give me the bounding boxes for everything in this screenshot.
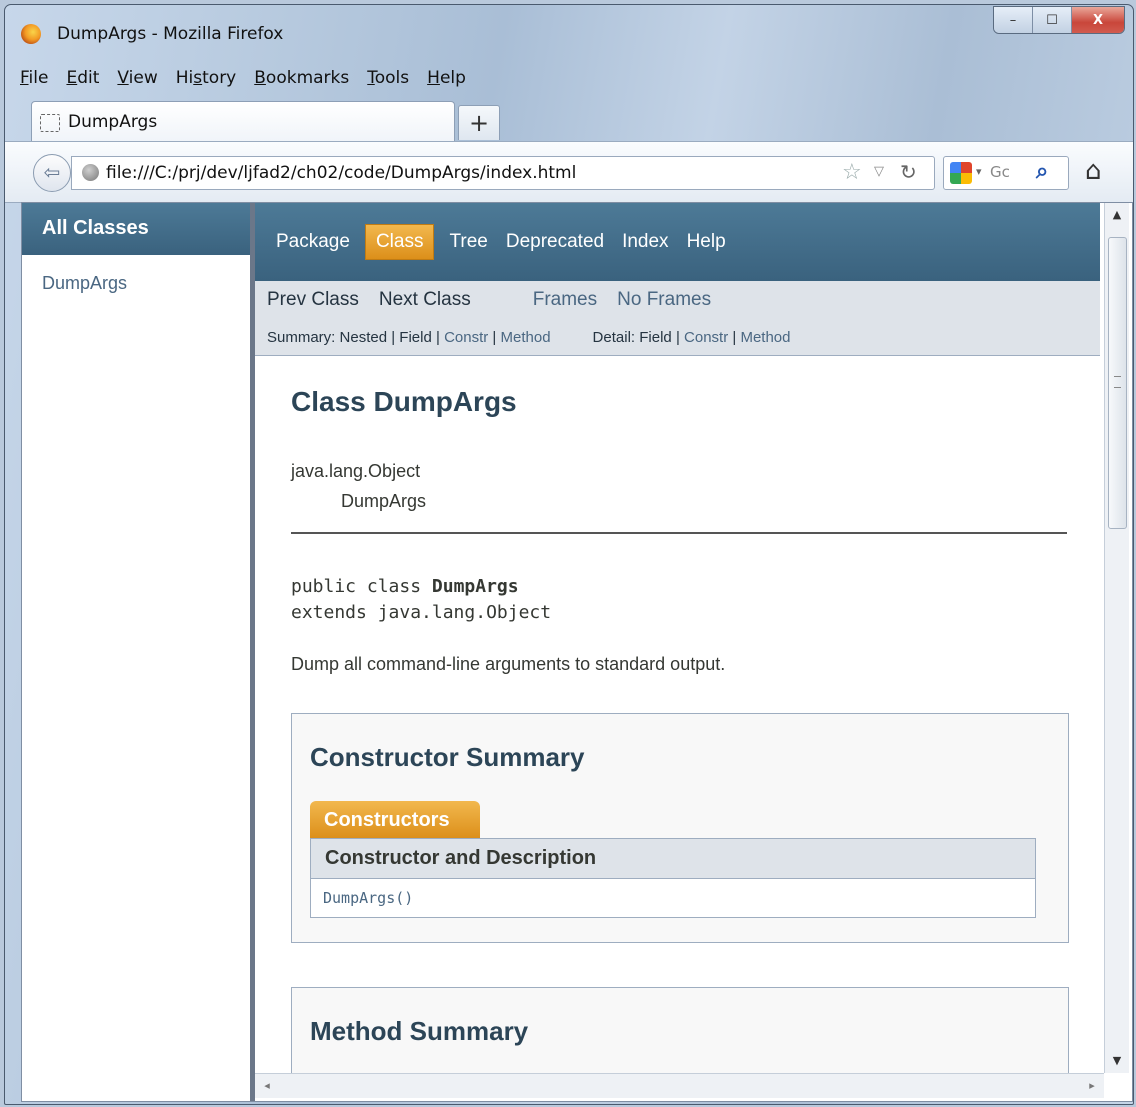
title-bar: DumpArgs - Mozilla Firefox – ☐ X bbox=[5, 5, 1133, 61]
grip-icon bbox=[1114, 376, 1121, 388]
menu-tools[interactable]: Tools bbox=[358, 68, 418, 88]
constructor-summary-title: Constructor Summary bbox=[310, 742, 585, 772]
firefox-logo-icon bbox=[21, 24, 41, 44]
summary-method-link[interactable]: Method bbox=[501, 329, 551, 346]
close-button[interactable]: X bbox=[1072, 7, 1124, 33]
nav-deprecated[interactable]: Deprecated bbox=[497, 231, 613, 253]
browser-window: DumpArgs - Mozilla Firefox – ☐ X File Ed… bbox=[4, 4, 1134, 1105]
detail-method-link[interactable]: Method bbox=[740, 329, 790, 346]
constructor-table: Constructor and Description DumpArgs() bbox=[310, 838, 1036, 918]
page-icon bbox=[40, 114, 60, 132]
search-bar[interactable]: ▾ Gc ⌕ bbox=[943, 156, 1069, 190]
method-summary-title: Method Summary bbox=[310, 1016, 529, 1046]
method-summary: Method Summary bbox=[291, 987, 1069, 1073]
minimize-button[interactable]: – bbox=[994, 7, 1033, 33]
menu-edit[interactable]: Edit bbox=[57, 68, 108, 88]
tab-dumpargs[interactable]: DumpArgs bbox=[31, 101, 455, 142]
sub-navbar: Prev Class Next Class Frames No Frames S… bbox=[255, 281, 1100, 356]
search-input[interactable]: Gc bbox=[990, 163, 1010, 181]
scroll-up-icon[interactable]: ▲ bbox=[1105, 203, 1129, 227]
all-classes-header: All Classes bbox=[22, 203, 250, 255]
window-title: DumpArgs - Mozilla Firefox bbox=[57, 24, 284, 44]
page-content: All Classes DumpArgs Package Class Tree … bbox=[21, 202, 1133, 1102]
reload-icon[interactable]: ↻ bbox=[900, 160, 917, 184]
scrollbar-thumb[interactable] bbox=[1108, 237, 1127, 529]
url-text[interactable]: file:///C:/prj/dev/ljfad2/ch02/code/Dump… bbox=[106, 163, 576, 183]
page-title: Class DumpArgs bbox=[291, 386, 517, 417]
navigation-toolbar: ⇦ file:///C:/prj/dev/ljfad2/ch02/code/Du… bbox=[5, 141, 1133, 203]
vertical-scrollbar[interactable]: ▲ ▼ bbox=[1104, 203, 1129, 1073]
globe-icon bbox=[82, 164, 99, 181]
constructor-table-header: Constructor and Description bbox=[311, 839, 1035, 879]
class-doc-frame: Package Class Tree Deprecated Index Help… bbox=[255, 203, 1100, 1073]
menu-view[interactable]: View bbox=[108, 68, 166, 88]
back-button[interactable]: ⇦ bbox=[33, 154, 71, 192]
summary-links: Summary: Nested | Field | Constr | Metho… bbox=[267, 329, 551, 346]
google-icon[interactable] bbox=[950, 162, 972, 184]
back-arrow-icon: ⇦ bbox=[43, 160, 61, 184]
dropdown-icon[interactable]: ▽ bbox=[874, 164, 884, 179]
detail-constr-link[interactable]: Constr bbox=[684, 329, 728, 346]
nav-help[interactable]: Help bbox=[678, 231, 735, 253]
new-tab-button[interactable]: + bbox=[458, 105, 500, 140]
class-signature: public class DumpArgs extends java.lang.… bbox=[291, 576, 552, 623]
table-row: DumpArgs() bbox=[311, 879, 1035, 917]
horizontal-scrollbar[interactable]: ◂ ▸ bbox=[255, 1073, 1104, 1098]
search-icon[interactable]: ⌕ bbox=[1036, 159, 1048, 184]
frames-link[interactable]: Frames bbox=[533, 289, 597, 311]
subnav-links: Prev Class Next Class Frames No Frames bbox=[267, 289, 731, 311]
url-bar[interactable]: file:///C:/prj/dev/ljfad2/ch02/code/Dump… bbox=[71, 156, 935, 190]
class-description: Dump all command-line arguments to stand… bbox=[291, 654, 726, 674]
scroll-left-icon[interactable]: ◂ bbox=[255, 1074, 279, 1098]
tab-label: DumpArgs bbox=[68, 112, 158, 132]
menu-bar: File Edit View History Bookmarks Tools H… bbox=[11, 63, 475, 93]
star-icon[interactable]: ☆ bbox=[842, 160, 862, 185]
nav-class: Class bbox=[364, 224, 435, 260]
prev-class-text: Prev Class bbox=[267, 289, 359, 310]
scroll-down-icon[interactable]: ▼ bbox=[1105, 1049, 1129, 1073]
home-icon[interactable]: ⌂ bbox=[1085, 156, 1102, 186]
menu-history[interactable]: History bbox=[167, 68, 246, 88]
divider bbox=[291, 532, 1067, 534]
menu-bookmarks[interactable]: Bookmarks bbox=[245, 68, 358, 88]
nav-package[interactable]: Package bbox=[267, 231, 359, 253]
class-doc-main: Class DumpArgs java.lang.Object DumpArgs… bbox=[255, 356, 1100, 1073]
constructors-caption: Constructors bbox=[310, 801, 480, 838]
nav-index[interactable]: Index bbox=[613, 231, 677, 253]
class-link-dumpargs[interactable]: DumpArgs bbox=[22, 255, 250, 294]
scroll-right-icon[interactable]: ▸ bbox=[1080, 1074, 1104, 1098]
menu-file[interactable]: File bbox=[11, 68, 57, 88]
no-frames-link[interactable]: No Frames bbox=[617, 289, 711, 311]
constructor-summary: Constructor Summary Constructors Constru… bbox=[291, 713, 1069, 943]
window-controls: – ☐ X bbox=[993, 6, 1125, 34]
maximize-button[interactable]: ☐ bbox=[1033, 7, 1072, 33]
next-class-text: Next Class bbox=[378, 289, 471, 310]
detail-links: Detail: Field | Constr | Method bbox=[592, 329, 791, 346]
nav-tree[interactable]: Tree bbox=[440, 231, 496, 253]
constructor-link-dumpargs[interactable]: DumpArgs bbox=[323, 889, 395, 907]
search-engine-dropdown-icon[interactable]: ▾ bbox=[976, 165, 982, 178]
all-classes-frame: All Classes DumpArgs bbox=[22, 203, 255, 1101]
summary-constr-link[interactable]: Constr bbox=[444, 329, 488, 346]
inheritance-child: DumpArgs bbox=[341, 491, 427, 511]
inheritance-tree: java.lang.Object DumpArgs bbox=[291, 456, 1100, 516]
inheritance-parent: java.lang.Object bbox=[291, 461, 421, 481]
summary-detail-links: Summary: Nested | Field | Constr | Metho… bbox=[267, 329, 833, 346]
top-navbar: Package Class Tree Deprecated Index Help bbox=[255, 203, 1100, 281]
menu-help[interactable]: Help bbox=[418, 68, 475, 88]
